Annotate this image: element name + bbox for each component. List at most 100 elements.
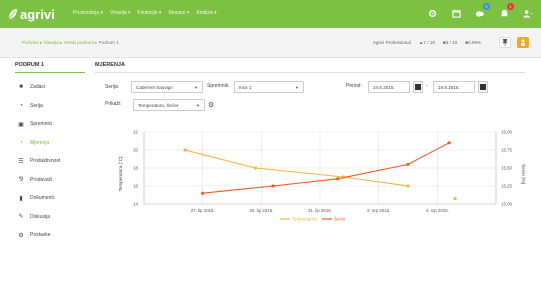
help-button[interactable] bbox=[517, 37, 529, 48]
calendar-icon bbox=[415, 84, 421, 90]
sidebar-item-produktivnost[interactable]: ☰ Produktivnost bbox=[15, 152, 85, 171]
spremnik-select-value: Inox 1 bbox=[239, 84, 252, 90]
period-label: Period: bbox=[346, 83, 362, 89]
sidebar-item-label: Produktivnost bbox=[30, 158, 61, 165]
series-point bbox=[201, 191, 205, 195]
date-to-calendar-button[interactable] bbox=[478, 81, 488, 93]
breadcrumb-item-vinski-podrumi[interactable]: Vinski podrumi bbox=[64, 40, 94, 45]
top-icons: 2 1 bbox=[427, 3, 533, 18]
y-right-tick-label: 15,75 bbox=[501, 148, 513, 153]
date-from-input[interactable]: 24.6.2015. bbox=[368, 81, 410, 93]
chevron-down-icon: ▼ bbox=[196, 102, 200, 108]
y-right-tick-label: 16,00 bbox=[501, 130, 513, 135]
nav-proizvodnja[interactable]: Proizvodnja ▾ bbox=[73, 10, 103, 16]
breadcrumb: Početna ▸ Vinarija ▸ Vinski podrumi ▸ Po… bbox=[22, 40, 119, 46]
spremnik-select[interactable]: Inox 1 ▼ bbox=[234, 81, 304, 93]
sidebar-item-spremnici[interactable]: ▣ Spremnici bbox=[15, 115, 85, 134]
weather-badge: 2 bbox=[483, 3, 490, 10]
sidebar-item-diskusija[interactable]: ✎ Diskusija bbox=[15, 208, 85, 227]
series-icon: ◔ bbox=[19, 102, 23, 109]
breadcrumb-item-pocetna[interactable]: Početna bbox=[22, 40, 39, 45]
sidebar-item-label: Diskusija bbox=[30, 213, 51, 220]
nav-vinarija[interactable]: Vinarija ▾ bbox=[110, 10, 130, 16]
sidebar-item-label: Zadaci bbox=[30, 84, 46, 91]
sidebar-item-dokumenti[interactable]: ▮ Dokumenti bbox=[15, 189, 85, 208]
plan-storage: ■0.09% bbox=[465, 40, 481, 45]
sidebar-item-label: Dokumenti bbox=[30, 195, 54, 202]
logo-leaf-icon bbox=[8, 9, 17, 20]
serija-select-value: Cabernet Sauvign bbox=[136, 84, 173, 90]
app-logo[interactable]: agrivi bbox=[8, 6, 55, 22]
date-to-value: 18.8.2015. bbox=[438, 84, 460, 90]
tank-icon: ▣ bbox=[18, 121, 24, 128]
sidebar-item-prodavaci[interactable]: ⅋ Prodavači bbox=[15, 171, 85, 190]
plan-name: Agrivi Professional bbox=[372, 40, 411, 45]
gear-icon[interactable] bbox=[427, 8, 437, 18]
y-axis-right-label: Šećer [%] bbox=[521, 164, 527, 184]
sidebar-item-label: Mjerenja bbox=[30, 139, 50, 146]
prikazi-select-value: Temperatura, Šećer bbox=[138, 102, 179, 108]
discussion-icon: ✎ bbox=[18, 214, 24, 221]
sidebar-item-zadaci[interactable]: ■ Zadaci bbox=[15, 78, 85, 97]
y-left-tick-label: 18 bbox=[133, 166, 138, 171]
productivity-icon: ☰ bbox=[18, 158, 24, 165]
series-point bbox=[253, 166, 258, 170]
nav-resursi[interactable]: Resursi ▾ bbox=[168, 10, 189, 16]
bell-icon[interactable]: 1 bbox=[499, 3, 514, 18]
measurement-icon: ◔ bbox=[19, 139, 23, 146]
y-axis-right-ticks: 16,00 15,75 15,50 15,25 15,00 bbox=[501, 130, 513, 207]
breadcrumb-item-current: Podrum 1 bbox=[98, 40, 119, 45]
notification-badge: 1 bbox=[507, 3, 514, 10]
sidebar-item-postavke[interactable]: ⚙ Postavke bbox=[15, 226, 85, 245]
user-icon[interactable] bbox=[523, 8, 533, 18]
series-point bbox=[406, 184, 410, 188]
y-left-tick-label: 22 bbox=[133, 130, 138, 135]
x-tick-label: 27. lip 2015. bbox=[191, 208, 215, 213]
legend-label: Temperatura bbox=[292, 217, 317, 222]
serija-select[interactable]: Cabernet Sauvign ▼ bbox=[131, 81, 203, 93]
chart-grid bbox=[143, 131, 497, 205]
plan-users-value: 7 / 10 bbox=[423, 40, 435, 45]
y-left-tick-label: 20 bbox=[133, 148, 138, 153]
breadcrumb-item-vinarija[interactable]: Vinarija bbox=[44, 40, 59, 45]
date-separator: - bbox=[426, 83, 428, 89]
calendar-icon[interactable] bbox=[451, 8, 461, 18]
date-from-value: 24.6.2015. bbox=[373, 84, 395, 90]
x-tick-label: 4. srp 2015. bbox=[426, 208, 449, 213]
person-icon bbox=[521, 39, 525, 46]
sidebar-item-label: Postavke bbox=[30, 232, 51, 239]
settings-icon[interactable]: ⚙ bbox=[208, 101, 214, 109]
date-to-input[interactable]: 18.8.2015. bbox=[433, 81, 475, 93]
settings-icon: ⚙ bbox=[18, 232, 24, 239]
weather-icon[interactable]: 2 bbox=[475, 3, 490, 18]
pin-icon bbox=[502, 39, 508, 46]
chevron-down-icon: ▼ bbox=[295, 84, 299, 90]
x-axis-ticks: 27. lip 2015. 20. lip 2015. 31. lip 2015. 2… bbox=[191, 208, 449, 213]
y-axis-left-label: Temperatura [°C] bbox=[118, 157, 123, 192]
plan-storage-value: 0.09% bbox=[467, 40, 481, 45]
y-left-tick-label: 16 bbox=[133, 184, 138, 189]
sidebar-item-label: Serija bbox=[30, 102, 43, 109]
top-navbar: agrivi Proizvodnja ▾ Vinarija ▾ Financij… bbox=[0, 0, 541, 28]
series-point bbox=[453, 197, 457, 201]
nav-financije[interactable]: Financije ▾ bbox=[138, 10, 162, 16]
spremnik-label: Spremnik: bbox=[207, 83, 230, 89]
sidebar-title: PODRUM 1 bbox=[15, 62, 85, 73]
y-axis-left-ticks: 22 20 18 16 14 bbox=[133, 130, 138, 207]
plan-parcels: ■3 / 10 bbox=[442, 40, 458, 45]
y-left-tick-label: 14 bbox=[133, 202, 138, 207]
pin-button[interactable] bbox=[499, 37, 511, 48]
sidebar-item-serija[interactable]: ◔ Serija bbox=[15, 97, 85, 116]
series-point bbox=[336, 177, 340, 181]
series-point bbox=[271, 184, 275, 188]
prikazi-select[interactable]: Temperatura, Šećer ▼ bbox=[133, 99, 205, 111]
y-right-tick-label: 15,00 bbox=[501, 202, 513, 207]
serija-label: Serija: bbox=[105, 84, 120, 90]
legend-label: Šećer bbox=[334, 217, 346, 222]
series-point bbox=[406, 162, 410, 166]
date-from-calendar-button[interactable] bbox=[413, 81, 423, 93]
nav-analiza[interactable]: Analiza ▾ bbox=[196, 10, 216, 16]
plan-users: ▲7 / 10 bbox=[418, 40, 435, 45]
app-logo-text: agrivi bbox=[20, 6, 55, 22]
sidebar-item-mjerenja[interactable]: ◔ Mjerenja bbox=[15, 134, 85, 153]
